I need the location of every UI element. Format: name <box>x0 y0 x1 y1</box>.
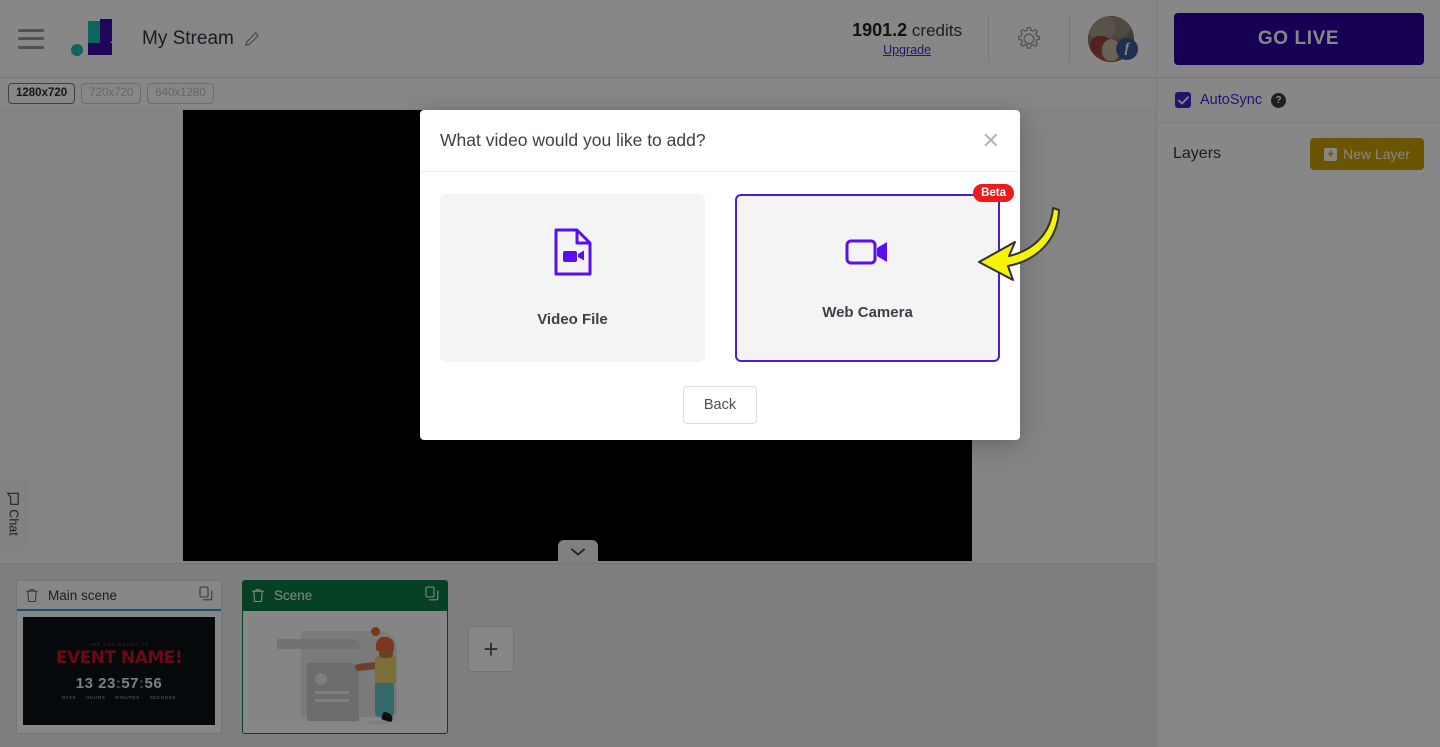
add-video-modal: What video would you like to add? ✕ Vide… <box>420 110 1020 440</box>
web-camera-icon <box>845 235 891 274</box>
modal-title: What video would you like to add? <box>440 130 706 150</box>
close-icon[interactable]: ✕ <box>982 129 1000 152</box>
option-web-camera-label: Web Camera <box>822 304 913 321</box>
app-root: My Stream 1901.2 credits Upgrade f 1280x… <box>0 0 1440 747</box>
modal-footer: Back <box>420 386 1020 424</box>
modal-header: What video would you like to add? ✕ <box>420 110 1020 172</box>
back-button[interactable]: Back <box>683 386 757 424</box>
option-video-file-label: Video File <box>537 311 608 328</box>
option-video-file[interactable]: Video File <box>440 194 705 362</box>
video-file-icon <box>553 228 593 281</box>
modal-body: Video File Beta Web Camera <box>420 172 1020 362</box>
option-web-camera[interactable]: Beta Web Camera <box>735 184 1014 362</box>
beta-badge: Beta <box>973 184 1014 202</box>
